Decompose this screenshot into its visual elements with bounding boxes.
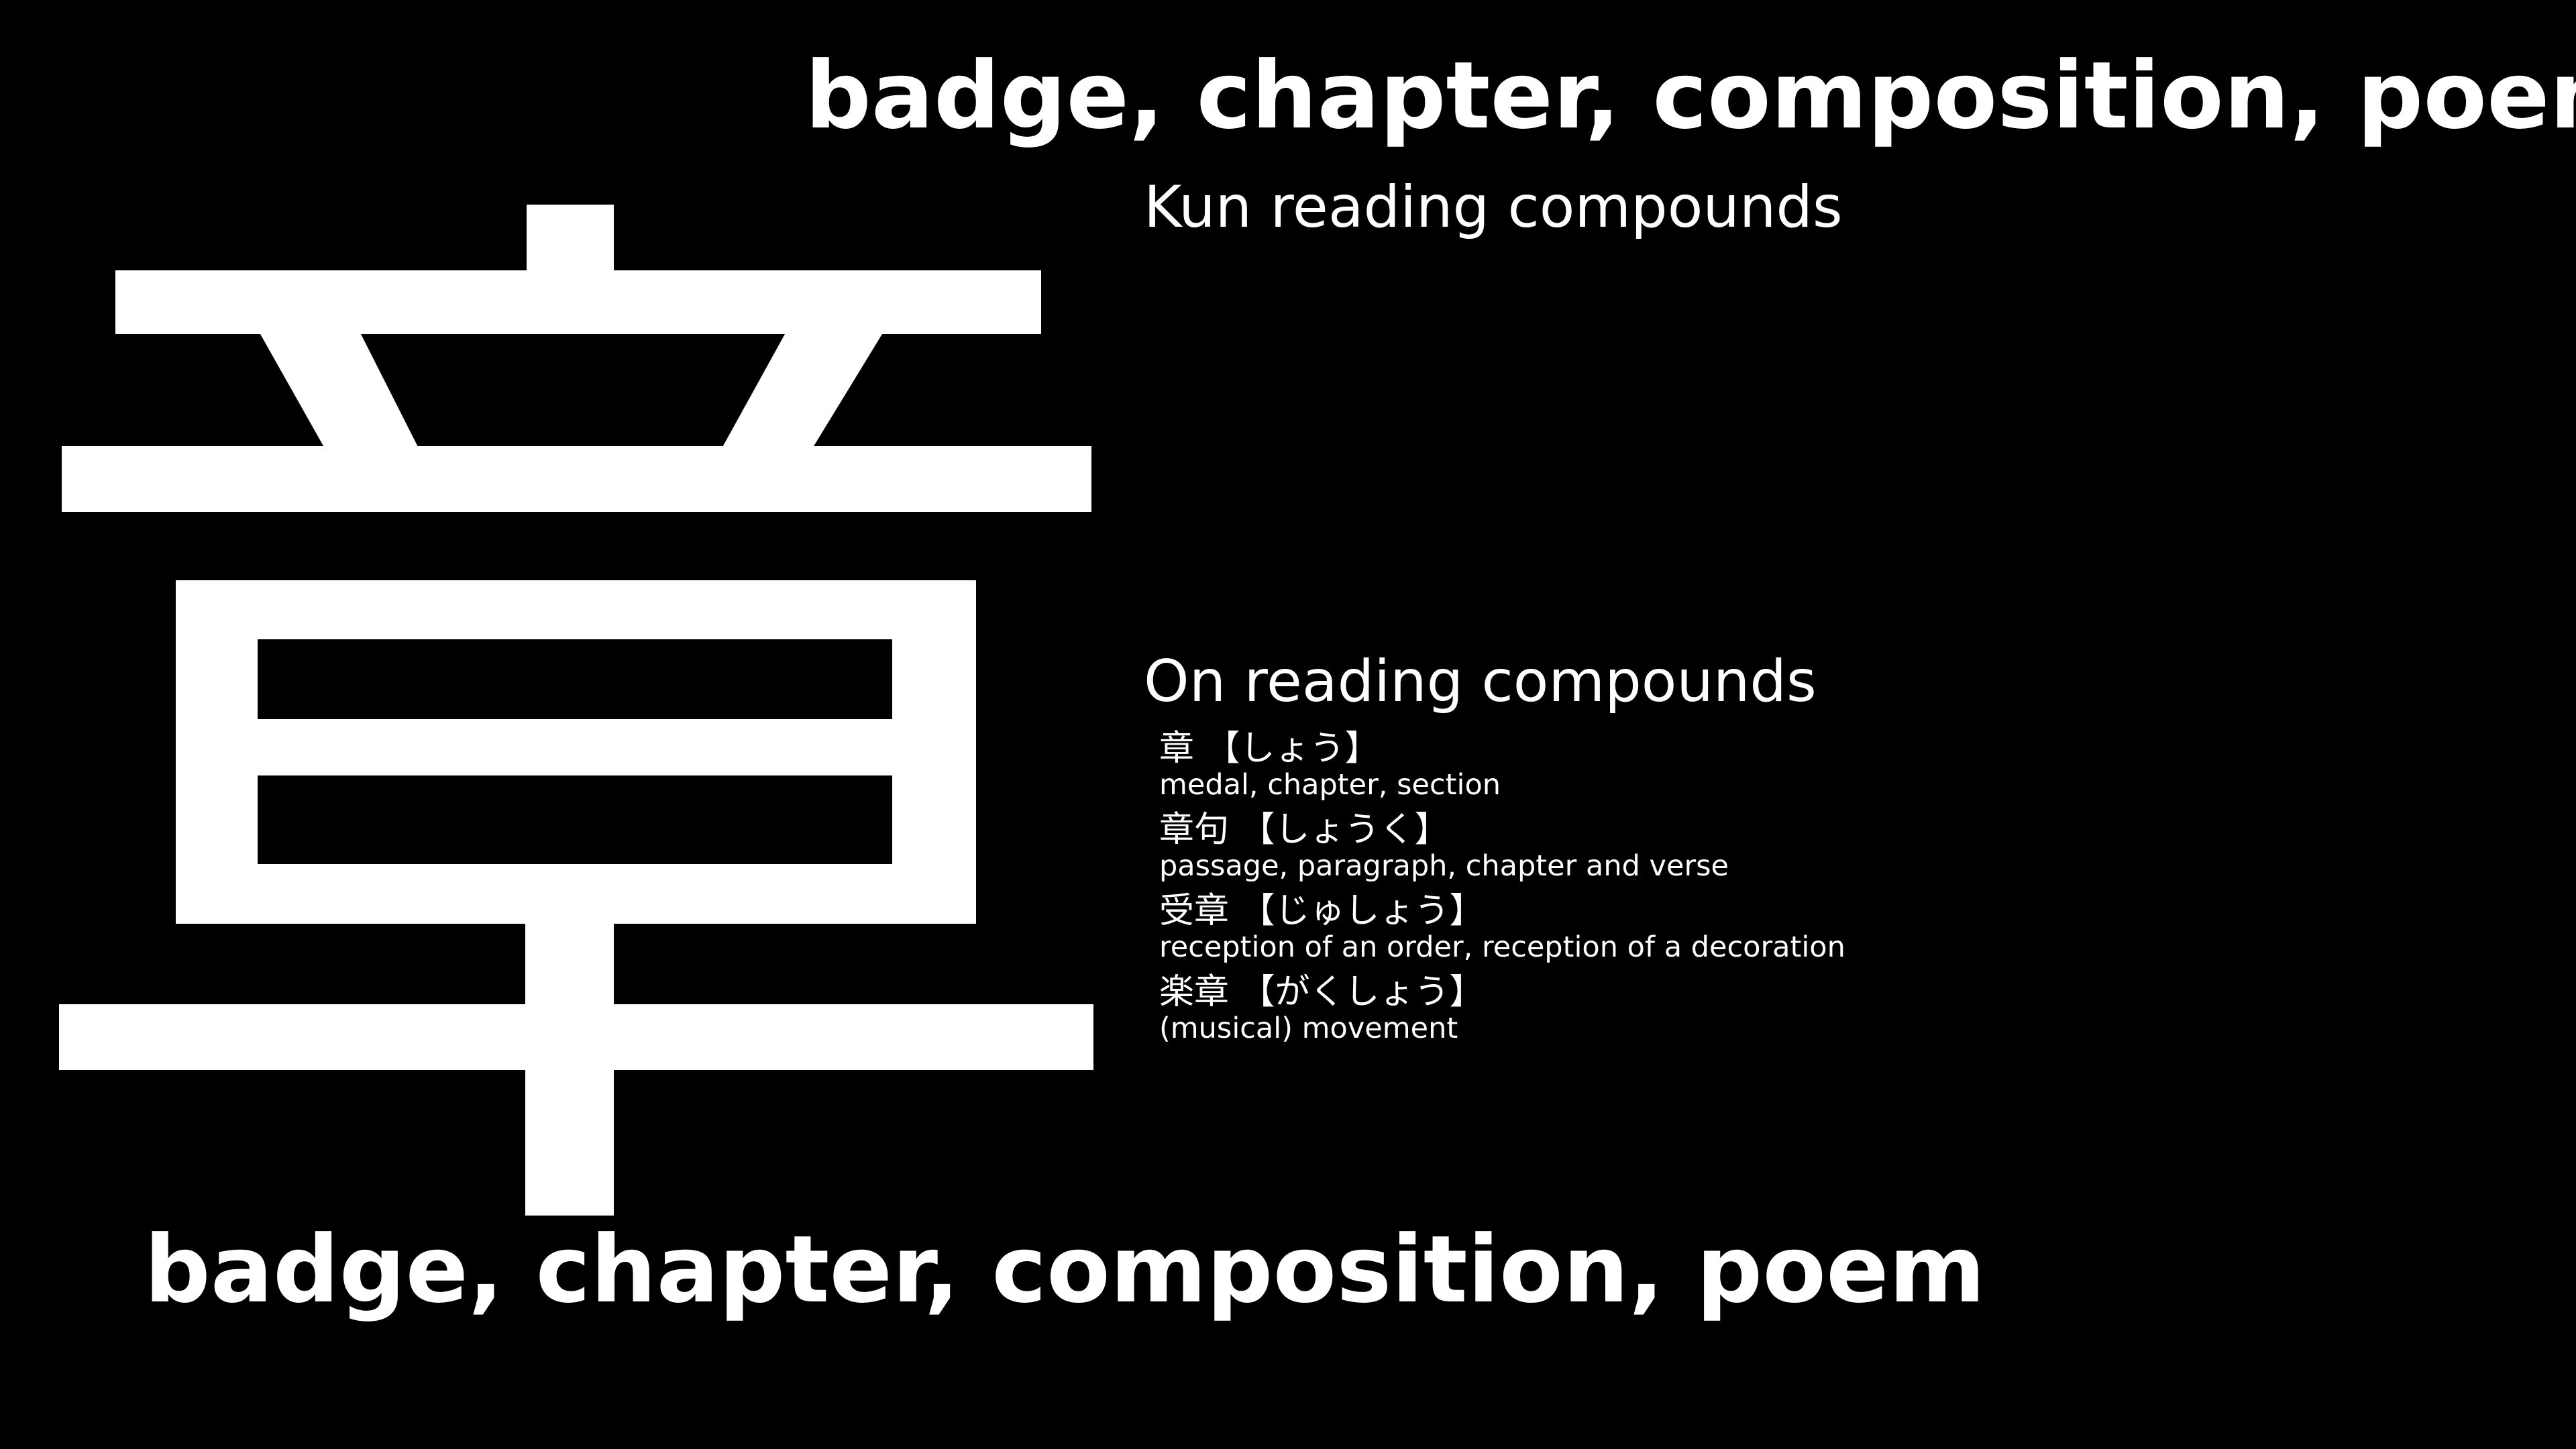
compound-meaning: (musical) movement [1159, 1012, 1458, 1045]
compound-item: 章 【しょう】 medal, chapter, section [1159, 728, 1897, 809]
compound-word: 楽章 【がくしょう】 [1159, 972, 1485, 1012]
compound-meaning: reception of an order, reception of a de… [1159, 930, 1845, 964]
meaning-heading-top: badge, chapter, composition, poem [805, 42, 2576, 150]
kun-reading-heading: Kun reading compounds [1144, 174, 1843, 241]
kanji-top-dot [527, 205, 614, 272]
kanji-right-leg [721, 334, 882, 449]
compound-item: 章句 【しょうく】 passage, paragraph, chapter an… [1159, 809, 1897, 890]
compound-meaning: medal, chapter, section [1159, 768, 1501, 802]
kanji-left-leg [260, 334, 419, 449]
kanji-box-top [176, 580, 976, 639]
compound-item: 楽章 【がくしょう】 (musical) movement [1159, 971, 1897, 1053]
kanji-box-bottom [176, 864, 976, 924]
kanji-bottom-bar [59, 1004, 1093, 1070]
compound-item: 受章 【じゅしょう】 reception of an order, recept… [1159, 890, 1897, 971]
kanji-box-middle [176, 719, 976, 775]
compound-word: 章 【しょう】 [1159, 729, 1380, 769]
kanji-upper-bar [115, 270, 1041, 334]
compound-word: 受章 【じゅしょう】 [1159, 891, 1485, 931]
kanji-lid-bar [62, 446, 1091, 512]
compound-meaning: passage, paragraph, chapter and verse [1159, 849, 1729, 883]
compound-word: 章句 【しょうく】 [1159, 810, 1450, 850]
meaning-heading-bottom: badge, chapter, composition, poem [144, 1216, 1986, 1324]
kanji-glyph [59, 205, 1093, 1216]
on-compound-list: 章 【しょう】 medal, chapter, section 章句 【しょうく… [1159, 728, 1897, 1053]
on-reading-heading: On reading compounds [1144, 648, 1817, 715]
